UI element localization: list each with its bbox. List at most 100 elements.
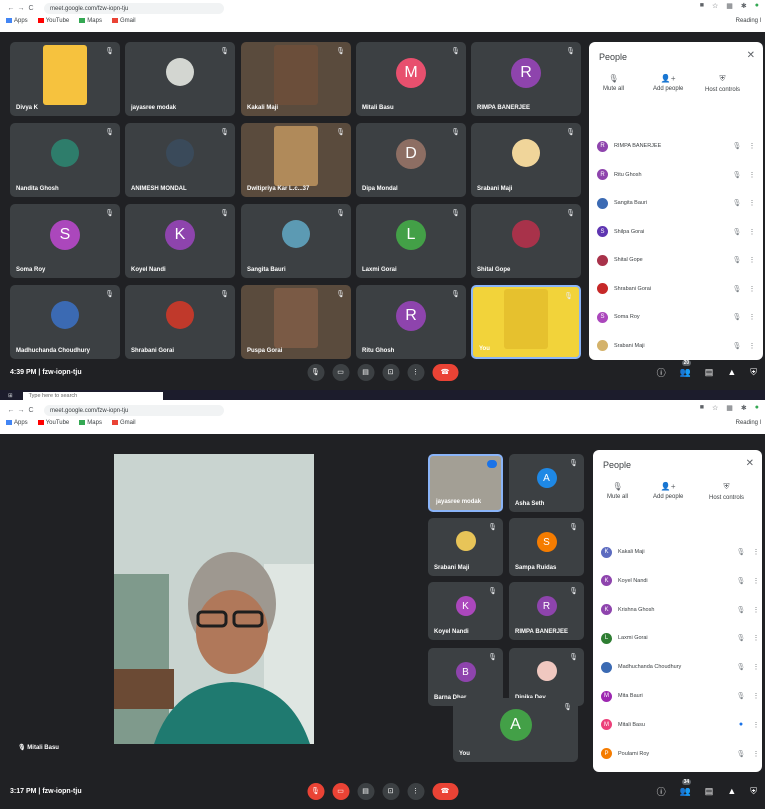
participant-tile[interactable]: R 🎙︎ Ritu Ghosh xyxy=(356,285,466,359)
address-bar[interactable]: meet.google.com/fzw-iopn-tju xyxy=(44,405,224,416)
participant-tile[interactable]: 🎙︎ Shital Gope xyxy=(471,204,581,278)
add-people-button[interactable]: 👤+ Add people xyxy=(653,74,683,92)
participant-tile[interactable]: K 🎙︎ Koyel Nandi xyxy=(125,204,235,278)
host-icon[interactable]: ⛨ xyxy=(750,786,757,797)
participant-tile[interactable]: S 🎙︎ Soma Roy xyxy=(10,204,120,278)
windows-start-icon[interactable]: ⊞ xyxy=(8,393,13,399)
more-vert-icon[interactable]: ⋮ xyxy=(751,548,761,556)
participant-tile[interactable]: A 🎙︎ Asha Seth xyxy=(509,454,584,512)
camera-off-button[interactable]: ▭ xyxy=(332,782,349,800)
mic-off-icon[interactable]: 🎙︎ xyxy=(731,634,751,642)
participant-tile[interactable]: 🎙︎ Divya K xyxy=(10,42,120,116)
participant-tile[interactable]: L 🎙︎ Laxmi Gorai xyxy=(356,204,466,278)
participant-row[interactable]: K Krishna Ghosh 🎙︎ ⋮ xyxy=(601,600,761,620)
participant-row[interactable]: K Koyel Nandi 🎙︎ ⋮ xyxy=(601,571,761,591)
more-vert-icon[interactable]: ⋮ xyxy=(747,285,757,293)
address-bar[interactable]: meet.google.com/fzw-iopn-tju xyxy=(44,3,224,14)
participant-row[interactable]: M Mitali Basu ● ⋮ xyxy=(601,715,761,735)
bookmark-maps[interactable]: Maps xyxy=(79,18,102,24)
participant-tile[interactable]: 🎙︎ Kakali Maji xyxy=(241,42,351,116)
activities-icon[interactable]: ▲ xyxy=(727,367,736,377)
participant-tile[interactable]: 🎙︎ ANIMESH MONDAL xyxy=(125,123,235,197)
participant-tile[interactable]: K 🎙︎ Koyel Nandi xyxy=(428,582,503,640)
participant-tile[interactable]: jayasree modak xyxy=(428,454,503,512)
reload-icon[interactable]: C xyxy=(26,5,36,12)
profile-icon[interactable]: ● xyxy=(755,2,759,10)
participant-tile[interactable]: R 🎙︎ RIMPA BANERJEE xyxy=(509,582,584,640)
participant-tile[interactable]: 🎙︎ Shrabani Gorai xyxy=(125,285,235,359)
more-vert-icon[interactable]: ⋮ xyxy=(751,634,761,642)
more-options-button[interactable]: ⋮ xyxy=(407,363,424,381)
reload-icon[interactable]: C xyxy=(26,407,36,414)
more-vert-icon[interactable]: ⋮ xyxy=(747,342,757,350)
mic-off-icon[interactable]: 🎙︎ xyxy=(727,342,747,350)
mic-off-icon[interactable]: 🎙︎ xyxy=(731,750,751,758)
participant-tile[interactable]: R 🎙︎ RIMPA BANERJEE xyxy=(471,42,581,116)
puzzle-icon[interactable]: ✱ xyxy=(741,404,747,412)
activities-icon[interactable]: ▲ xyxy=(727,786,736,796)
leave-call-button[interactable]: ☎ xyxy=(432,782,458,800)
participant-tile[interactable]: 🎙︎ jayasree modak xyxy=(125,42,235,116)
participant-row[interactable]: P Poulami Roy 🎙︎ ⋮ xyxy=(601,744,761,764)
participant-tile[interactable]: 🎙︎ Sangita Bauri xyxy=(241,204,351,278)
star-icon[interactable]: ☆ xyxy=(712,404,718,412)
participant-row[interactable]: L Laxmi Gorai 🎙︎ ⋮ xyxy=(601,628,761,648)
mic-off-icon[interactable]: 🎙︎ xyxy=(731,548,751,556)
more-vert-icon[interactable]: ⋮ xyxy=(751,750,761,758)
participant-tile[interactable]: M 🎙︎ Mitali Basu xyxy=(356,42,466,116)
more-vert-icon[interactable]: ⋮ xyxy=(751,692,761,700)
chat-icon[interactable]: ▤ xyxy=(705,786,714,797)
people-icon[interactable]: 👥 34 xyxy=(680,778,692,797)
extension-icon[interactable]: ▦ xyxy=(726,2,733,10)
participant-tile[interactable]: 🎙︎ Nandita Ghosh xyxy=(10,123,120,197)
mic-off-icon[interactable]: 🎙︎ xyxy=(727,228,747,236)
participant-row[interactable]: M Mita Bauri 🎙︎ ⋮ xyxy=(601,686,761,706)
back-icon[interactable]: ← xyxy=(6,5,16,12)
reading-list[interactable]: Reading l xyxy=(736,18,761,24)
participant-row[interactable]: K Kakali Maji 🎙︎ ⋮ xyxy=(601,542,761,562)
camera-icon[interactable]: ■ xyxy=(700,404,704,412)
reading-list[interactable]: Reading l xyxy=(736,420,761,426)
star-icon[interactable]: ☆ xyxy=(712,2,718,10)
participant-row[interactable]: S Shilpa Gorai 🎙︎ ⋮ xyxy=(597,222,757,242)
mic-off-icon[interactable]: 🎙︎ xyxy=(731,692,751,700)
mic-button[interactable]: 🎙︎ xyxy=(307,363,324,381)
bookmark-apps[interactable]: Apps xyxy=(6,18,28,24)
host-controls-button[interactable]: ⛨ Host controls xyxy=(709,482,744,501)
mute-all-button[interactable]: 🎙︎ Mute all xyxy=(607,482,628,500)
mic-off-icon[interactable]: 🎙︎ xyxy=(727,142,747,150)
host-controls-button[interactable]: ⛨ Host controls xyxy=(705,74,740,93)
more-vert-icon[interactable]: ⋮ xyxy=(747,313,757,321)
bookmark-gmail[interactable]: Gmail xyxy=(111,420,136,426)
close-icon[interactable]: ✕ xyxy=(746,458,754,469)
participant-tile[interactable]: 🎙︎ Madhuchanda Choudhury xyxy=(10,285,120,359)
chat-icon[interactable]: ▤ xyxy=(705,367,714,378)
participant-row[interactable]: Shital Gope 🎙︎ ⋮ xyxy=(597,250,757,270)
bookmark-youtube[interactable]: YouTube xyxy=(37,420,69,426)
bookmark-apps[interactable]: Apps xyxy=(6,420,28,426)
meeting-details[interactable]: 3:17 PM | fzw-iopn-tju xyxy=(10,788,82,795)
close-icon[interactable]: ✕ xyxy=(747,50,755,61)
participant-row[interactable]: Shrabani Gorai 🎙︎ ⋮ xyxy=(597,279,757,299)
participant-tile[interactable]: S 🎙︎ Sampa Ruidas xyxy=(509,518,584,576)
mic-off-icon[interactable]: 🎙︎ xyxy=(731,606,751,614)
mic-off-icon[interactable]: 🎙︎ xyxy=(727,313,747,321)
participant-row[interactable]: S Soma Roy 🎙︎ ⋮ xyxy=(597,307,757,327)
speaking-icon[interactable]: ● xyxy=(731,721,751,728)
more-vert-icon[interactable]: ⋮ xyxy=(747,256,757,264)
add-people-button[interactable]: 👤+ Add people xyxy=(653,482,683,500)
puzzle-icon[interactable]: ✱ xyxy=(741,2,747,10)
bookmark-gmail[interactable]: Gmail xyxy=(111,18,136,24)
host-icon[interactable]: ⛨ xyxy=(750,367,757,378)
mic-off-icon[interactable]: 🎙︎ xyxy=(727,199,747,207)
meeting-details[interactable]: 4:39 PM | fzw-iopn-tju xyxy=(10,369,82,376)
participant-tile[interactable]: A 🎙︎ You xyxy=(453,698,578,762)
captions-button[interactable]: ▤ xyxy=(357,363,374,381)
mic-off-icon[interactable]: 🎙︎ xyxy=(727,285,747,293)
camera-button[interactable]: ▭ xyxy=(332,363,349,381)
participant-row[interactable]: Srabani Maji 🎙︎ ⋮ xyxy=(597,336,757,356)
leave-call-button[interactable]: ☎ xyxy=(432,363,458,381)
mic-off-icon[interactable]: 🎙︎ xyxy=(727,256,747,264)
more-vert-icon[interactable]: ⋮ xyxy=(751,663,761,671)
participant-row[interactable]: Sangita Bauri 🎙︎ ⋮ xyxy=(597,193,757,213)
